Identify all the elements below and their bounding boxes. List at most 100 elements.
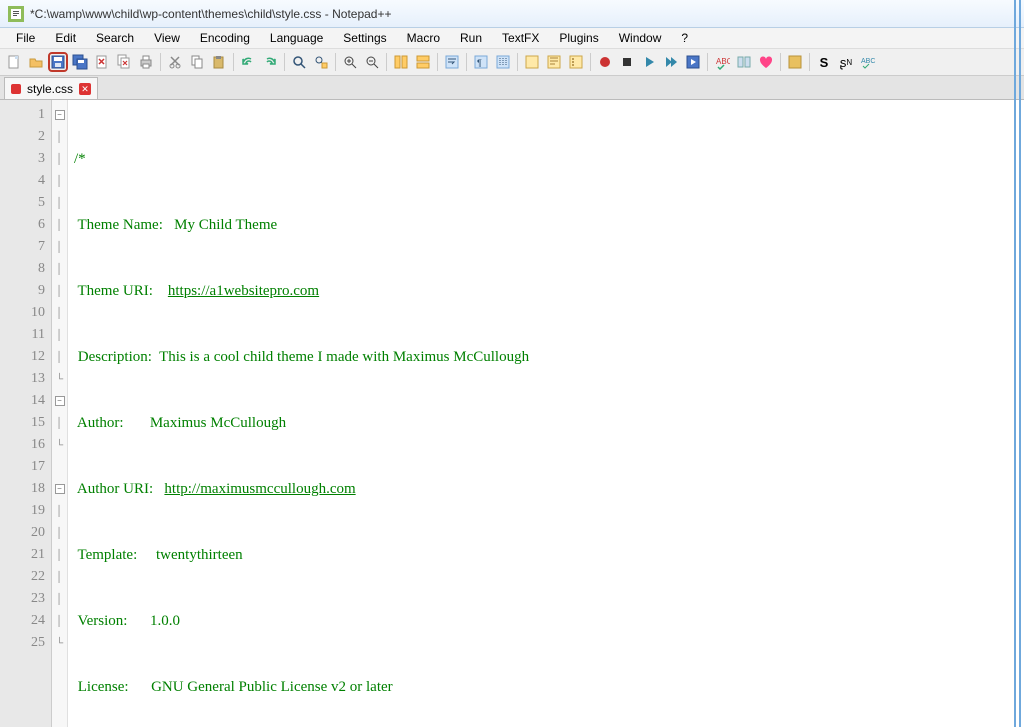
indent-guide-icon[interactable] [493,52,513,72]
menu-window[interactable]: Window [609,29,672,47]
spellcheck-icon[interactable]: ABC [712,52,732,72]
find-icon[interactable] [289,52,309,72]
save-icon[interactable] [48,52,68,72]
line-number: 14 [0,390,45,412]
udl-icon[interactable] [522,52,542,72]
line-number: 5 [0,192,45,214]
menu-language[interactable]: Language [260,29,333,47]
redo-icon[interactable] [260,52,280,72]
save-macro-icon[interactable] [683,52,703,72]
menu-macro[interactable]: Macro [397,29,450,47]
line-number: 9 [0,280,45,302]
fold-toggle-icon[interactable]: − [55,110,65,120]
plugin-icon[interactable] [785,52,805,72]
copy-icon[interactable] [187,52,207,72]
app-icon [8,6,24,22]
line-number: 3 [0,148,45,170]
new-file-icon[interactable] [4,52,24,72]
close-all-icon[interactable] [114,52,134,72]
sync-v-icon[interactable] [391,52,411,72]
file-tab-stylecss[interactable]: style.css ✕ [4,77,98,99]
titlebar: *C:\wamp\www\child\wp-content\themes\chi… [0,0,1024,28]
menu-search[interactable]: Search [86,29,144,47]
play-icon[interactable] [639,52,659,72]
fold-toggle-icon[interactable]: − [55,396,65,406]
line-number: 19 [0,500,45,522]
toolbar-separator [809,53,810,71]
menu-run[interactable]: Run [450,29,492,47]
svg-text:ABC: ABC [861,58,875,65]
menu-plugins[interactable]: Plugins [549,29,608,47]
heart-icon[interactable] [756,52,776,72]
toolbar-separator [466,53,467,71]
fold-column: − │││││││││││└ − │└ − ││││││└ [52,100,68,727]
menu-encoding[interactable]: Encoding [190,29,260,47]
toolbar-separator [707,53,708,71]
wordwrap-icon[interactable] [442,52,462,72]
stop-icon[interactable] [617,52,637,72]
tab-close-icon[interactable]: ✕ [79,83,91,95]
svg-text:¶: ¶ [477,58,482,68]
save-all-icon[interactable] [70,52,90,72]
zoom-out-icon[interactable] [362,52,382,72]
record-icon[interactable] [595,52,615,72]
code-link[interactable]: https://a1websitepro.com [168,283,319,299]
func-list-icon[interactable] [566,52,586,72]
line-number: 10 [0,302,45,324]
print-icon[interactable] [136,52,156,72]
menu-edit[interactable]: Edit [45,29,86,47]
toolbar-separator [284,53,285,71]
play-multi-icon[interactable] [661,52,681,72]
menu-help[interactable]: ? [671,29,698,47]
line-number: 25 [0,632,45,654]
paste-icon[interactable] [209,52,229,72]
close-icon[interactable] [92,52,112,72]
undo-icon[interactable] [238,52,258,72]
line-number-gutter: 1 2 3 4 5 6 7 8 9 10 11 12 13 14 15 16 1… [0,100,52,727]
line-number: 7 [0,236,45,258]
line-number: 13 [0,368,45,390]
code-text: Version: [74,613,150,629]
zoom-in-icon[interactable] [340,52,360,72]
code-area[interactable]: /* Theme Name: My Child Theme Theme URI:… [68,100,1024,727]
menu-textfx[interactable]: TextFX [492,29,549,47]
doc-map-icon[interactable] [544,52,564,72]
toolbar-separator [386,53,387,71]
code-text: 1.0.0 [150,613,180,629]
fold-toggle-icon[interactable]: − [55,484,65,494]
menubar: File Edit Search View Encoding Language … [0,28,1024,48]
code-text: Maximus McCullough [150,415,286,431]
line-number: 24 [0,610,45,632]
code-text: GNU General Public License v2 or later [151,679,393,695]
code-link[interactable]: http://maximusmccullough.com [164,481,355,497]
spellcheck2-icon[interactable]: ABC [858,52,878,72]
replace-icon[interactable] [311,52,331,72]
svg-text:ABC: ABC [716,57,730,66]
toolbar: ¶ ABC S ʂN ABC [0,48,1024,76]
code-text: Theme Name: [74,217,174,233]
open-file-icon[interactable] [26,52,46,72]
line-number: 12 [0,346,45,368]
toolbar-separator [160,53,161,71]
sync-h-icon[interactable] [413,52,433,72]
toolbar-separator [335,53,336,71]
line-number: 15 [0,412,45,434]
compare-icon[interactable] [734,52,754,72]
code-text: Theme URI: [74,283,168,299]
cut-icon[interactable] [165,52,185,72]
toolbar-separator [780,53,781,71]
menu-view[interactable]: View [144,29,190,47]
line-number: 16 [0,434,45,456]
show-all-chars-icon[interactable]: ¶ [471,52,491,72]
menu-file[interactable]: File [6,29,45,47]
line-number: 1 [0,104,45,126]
code-text: This is a cool child theme I made with M… [159,349,529,365]
file-tab-label: style.css [27,82,73,96]
sh-letter-icon[interactable]: ʂN [836,52,856,72]
code-text: Author: [74,415,150,431]
menu-settings[interactable]: Settings [333,29,396,47]
s-letter-icon[interactable]: S [814,52,834,72]
line-number: 4 [0,170,45,192]
toolbar-separator [590,53,591,71]
unsaved-dot-icon [11,84,21,94]
